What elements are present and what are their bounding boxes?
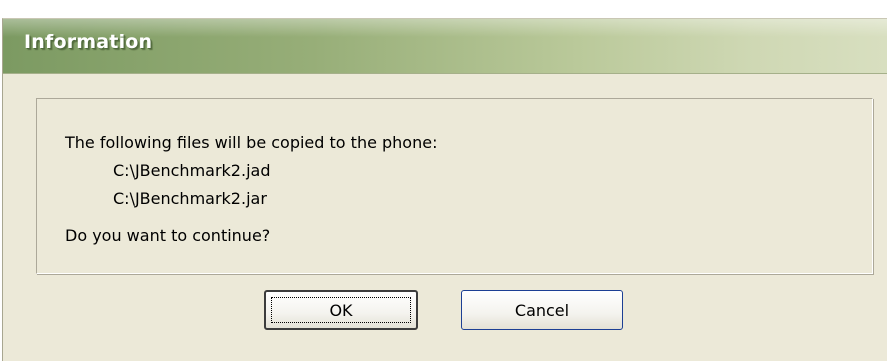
ok-button[interactable]: OK [264,290,418,330]
title-bar[interactable]: Information [3,19,887,74]
cancel-button-label: Cancel [514,300,570,320]
message-question: Do you want to continue? [65,226,271,245]
information-dialog: Information The following files will be … [2,18,887,361]
message-panel: The following files will be copied to th… [36,98,873,274]
file-path-jar: C:\JBenchmark2.jar [113,189,267,208]
file-path-jad: C:\JBenchmark2.jad [113,161,271,180]
dialog-title: Information [24,31,153,53]
message-intro: The following files will be copied to th… [65,133,438,152]
ok-button-label: OK [329,300,353,320]
cancel-button[interactable]: Cancel [461,290,623,330]
